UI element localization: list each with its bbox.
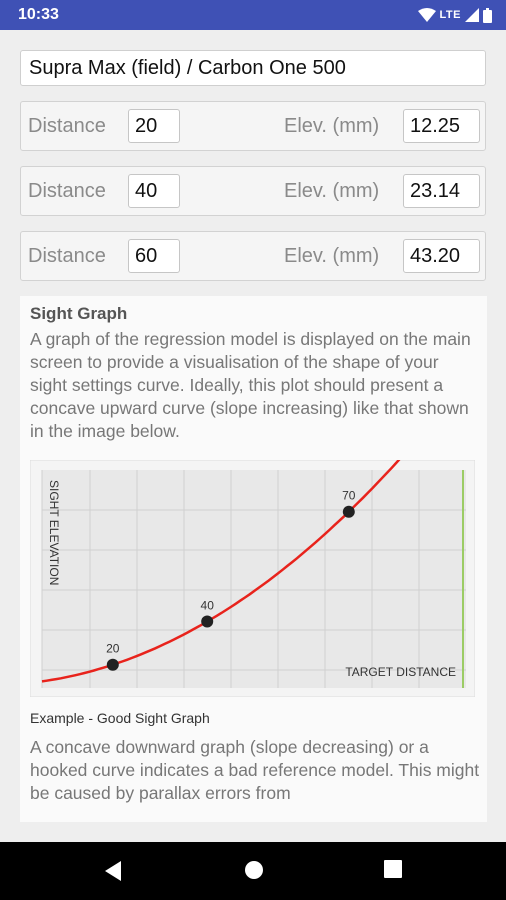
- network-type: LTE: [439, 9, 461, 21]
- elevation-label: Elev. (mm): [284, 245, 380, 267]
- help-heading: Sight Graph: [30, 304, 128, 323]
- signal-icon: [465, 8, 479, 22]
- elevation-label: Elev. (mm): [284, 115, 380, 137]
- sight-graph-chart: 20 40 70 TARGET DISTANCE SIGHT ELEVATION: [29, 384, 476, 698]
- distance-input[interactable]: 20: [128, 109, 180, 143]
- y-axis-label: SIGHT ELEVATION: [47, 480, 61, 585]
- data-point: [342, 505, 355, 518]
- sight-graph-example: 20 40 70 TARGET DISTANCE SIGHT ELEVATION: [29, 384, 476, 698]
- elevation-input[interactable]: 23.14: [403, 174, 480, 208]
- elevation-input[interactable]: 43.20: [403, 239, 480, 273]
- sight-mark-row: Distance 60 Elev. (mm) 43.20: [20, 231, 486, 281]
- recents-icon[interactable]: [384, 860, 402, 878]
- distance-label: Distance: [28, 245, 106, 267]
- data-point-label: 70: [342, 489, 356, 503]
- data-point-label: 20: [106, 642, 120, 656]
- help-paragraph: A concave downward graph (slope decreasi…: [30, 737, 480, 803]
- navigation-bar: [0, 842, 506, 900]
- distance-label: Distance: [28, 115, 106, 137]
- distance-input[interactable]: 40: [128, 174, 180, 208]
- elevation-label: Elev. (mm): [284, 180, 380, 202]
- help-paragraph: A graph of the regression model is displ…: [30, 329, 471, 441]
- x-axis-label: TARGET DISTANCE: [345, 665, 456, 679]
- distance-label: Distance: [28, 180, 106, 202]
- elevation-input[interactable]: 12.25: [403, 109, 480, 143]
- distance-input[interactable]: 60: [128, 239, 180, 273]
- status-icons: LTE: [417, 6, 492, 24]
- sight-mark-row: Distance 40 Elev. (mm) 23.14: [20, 166, 486, 216]
- data-point: [201, 615, 214, 628]
- sight-name-input[interactable]: Supra Max (field) / Carbon One 500: [20, 50, 486, 86]
- data-point: [106, 658, 119, 671]
- status-bar: 10:33 LTE: [0, 0, 506, 30]
- help-card: Sight Graph A graph of the regression mo…: [20, 296, 487, 822]
- sight-mark-row: Distance 20 Elev. (mm) 12.25: [20, 101, 486, 151]
- status-time: 10:33: [18, 6, 59, 23]
- back-icon[interactable]: [103, 860, 123, 882]
- battery-icon: [483, 7, 492, 23]
- wifi-icon: [417, 8, 436, 22]
- chart-caption: Example - Good Sight Graph: [30, 710, 210, 726]
- home-icon[interactable]: [244, 860, 264, 880]
- data-point-label: 40: [201, 599, 215, 613]
